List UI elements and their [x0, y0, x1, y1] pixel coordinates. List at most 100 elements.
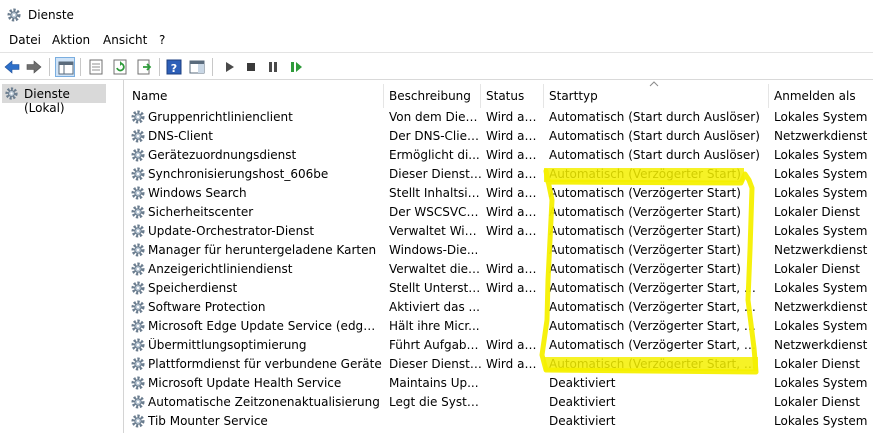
table-row[interactable]: Anzeigerichtliniendienst Verwaltet die ..… — [127, 260, 873, 279]
console-tree-icon[interactable] — [55, 57, 75, 77]
service-gear-icon — [131, 300, 145, 314]
column-header-name[interactable]: Name — [127, 84, 384, 108]
table-row[interactable]: Plattformdienst für verbundene Geräte Die… — [127, 355, 873, 374]
toolbar-separator — [159, 58, 160, 76]
service-description: Führt Aufgabe... — [389, 338, 482, 352]
service-logon: Lokales System — [774, 167, 868, 181]
service-gear-icon — [131, 129, 145, 143]
service-status: Wird au... — [486, 262, 542, 276]
service-logon: Netzwerkdienst — [774, 300, 868, 314]
service-start-type: Automatisch (Start durch Auslöser) — [549, 129, 760, 143]
table-row[interactable]: Software Protection Aktiviert das ... Auto… — [127, 298, 873, 317]
menu-help[interactable]: ? — [157, 33, 167, 47]
back-arrow-icon[interactable] — [2, 57, 22, 77]
service-gear-icon — [131, 167, 145, 181]
table-row[interactable]: Microsoft Edge Update Service (edgeupda.… — [127, 317, 873, 336]
export-list-icon[interactable] — [134, 57, 154, 77]
service-logon: Lokales System — [774, 224, 868, 238]
restart-service-icon[interactable] — [286, 57, 306, 77]
service-gear-icon — [131, 357, 145, 371]
table-row[interactable]: Gerätezuordnungsdienst Ermöglicht di... Wi… — [127, 146, 873, 165]
table-row[interactable]: Update-Orchestrator-Dienst Verwaltet Win.… — [127, 222, 873, 241]
service-name: Manager für heruntergeladene Karten — [148, 243, 377, 257]
service-start-type: Deaktiviert — [549, 395, 616, 409]
table-row[interactable]: Sicherheitscenter Der WSCSVC-... Wird au..… — [127, 203, 873, 222]
service-gear-icon — [131, 262, 145, 276]
forward-arrow-icon[interactable] — [24, 57, 44, 77]
start-service-icon[interactable] — [219, 57, 239, 77]
table-row[interactable]: Automatische Zeitzonenaktualisierung Legt… — [127, 393, 873, 412]
service-gear-icon — [131, 319, 145, 333]
table-row[interactable]: Tib Mounter Service Deaktiviert Lokales Sy… — [127, 412, 873, 431]
service-name: DNS-Client — [148, 129, 213, 143]
service-status: Wird au... — [486, 148, 542, 162]
service-start-type: Automatisch (Verzögerter Start) — [549, 205, 741, 219]
console-tree: Dienste (Lokal) — [0, 80, 124, 433]
service-start-type: Automatisch (Verzögerter Start, Start d.… — [549, 300, 761, 314]
column-header-description[interactable]: Beschreibung — [384, 84, 481, 108]
service-name: Anzeigerichtliniendienst — [148, 262, 293, 276]
column-header-start-type[interactable]: Starttyp — [544, 84, 769, 108]
service-description: Aktiviert das ... — [389, 300, 480, 314]
tree-node-services-local[interactable]: Dienste (Lokal) — [2, 84, 106, 115]
list-header: Name Beschreibung Status Starttyp Anmeld… — [127, 81, 873, 108]
service-status: Wird au... — [486, 281, 542, 295]
table-row[interactable]: Gruppenrichtlinienclient Von dem Dien... W… — [127, 108, 873, 127]
service-logon: Lokales System — [774, 414, 868, 428]
service-logon: Lokaler Dienst — [774, 262, 860, 276]
pause-service-icon[interactable] — [263, 57, 283, 77]
service-status: Wird au... — [486, 224, 542, 238]
service-gear-icon — [131, 281, 145, 295]
service-gear-icon — [131, 395, 145, 409]
properties-icon[interactable] — [86, 57, 106, 77]
service-description: Dieser Dienst s... — [389, 167, 482, 181]
service-start-type: Automatisch (Verzögerter Start, Start d.… — [549, 281, 761, 295]
service-gear-icon — [131, 376, 145, 390]
service-start-type: Deaktiviert — [549, 414, 616, 428]
stop-service-icon[interactable] — [241, 57, 261, 77]
show-hide-action-pane-icon[interactable] — [187, 57, 207, 77]
service-logon: Lokales System — [774, 186, 868, 200]
table-row[interactable]: Windows Search Stellt Inhaltsin... Wird au… — [127, 184, 873, 203]
service-name: Tib Mounter Service — [148, 414, 268, 428]
help-icon[interactable]: ? — [164, 57, 184, 77]
service-name: Microsoft Edge Update Service (edgeupda.… — [148, 319, 382, 333]
column-header-status[interactable]: Status — [481, 84, 544, 108]
services-gear-icon — [5, 87, 18, 100]
service-status: Wird au... — [486, 357, 542, 371]
service-name: Software Protection — [148, 300, 266, 314]
service-rows: Gruppenrichtlinienclient Von dem Dien... W… — [127, 108, 873, 431]
service-name: Synchronisierungshost_606be — [148, 167, 329, 181]
refresh-icon[interactable] — [110, 57, 130, 77]
services-gear-icon — [7, 8, 21, 22]
service-logon: Netzwerkdienst — [774, 243, 868, 257]
service-description: Maintains Up... — [389, 376, 479, 390]
service-name: Gruppenrichtlinienclient — [148, 110, 293, 124]
toolbar-separator — [212, 58, 213, 76]
table-row[interactable]: Synchronisierungshost_606be Dieser Dienst… — [127, 165, 873, 184]
services-list: Name Beschreibung Status Starttyp Anmeld… — [127, 80, 873, 433]
service-description: Legt die Syste... — [389, 395, 482, 409]
service-description: Windows-Die... — [389, 243, 479, 257]
service-gear-icon — [131, 205, 145, 219]
table-row[interactable]: Manager für heruntergeladene Karten Windo… — [127, 241, 873, 260]
service-description: Stellt Unterstü... — [389, 281, 482, 295]
service-start-type: Automatisch (Verzögerter Start, Start d.… — [549, 338, 761, 352]
service-description: Hält ihre Micr... — [389, 319, 480, 333]
service-description: Ermöglicht di... — [389, 148, 480, 162]
service-name: Gerätezuordnungsdienst — [148, 148, 297, 162]
menu-ansicht[interactable]: Ansicht — [101, 33, 149, 47]
table-row[interactable]: Microsoft Update Health Service Maintains… — [127, 374, 873, 393]
menu-aktion[interactable]: Aktion — [50, 33, 92, 47]
menu-datei[interactable]: Datei — [7, 33, 43, 47]
title-bar: Dienste — [0, 0, 873, 30]
service-description: Verwaltet die ... — [389, 262, 482, 276]
table-row[interactable]: Speicherdienst Stellt Unterstü... Wird au.… — [127, 279, 873, 298]
table-row[interactable]: Übermittlungsoptimierung Führt Aufgabe...… — [127, 336, 873, 355]
table-row[interactable]: DNS-Client Der DNS-Clien... Wird au... Auto… — [127, 127, 873, 146]
toolbar-separator — [80, 58, 81, 76]
svg-text:?: ? — [171, 62, 177, 75]
column-header-logon[interactable]: Anmelden als — [769, 84, 873, 108]
service-logon: Lokales System — [774, 281, 868, 295]
service-start-type: Automatisch (Verzögerter Start) — [549, 186, 741, 200]
